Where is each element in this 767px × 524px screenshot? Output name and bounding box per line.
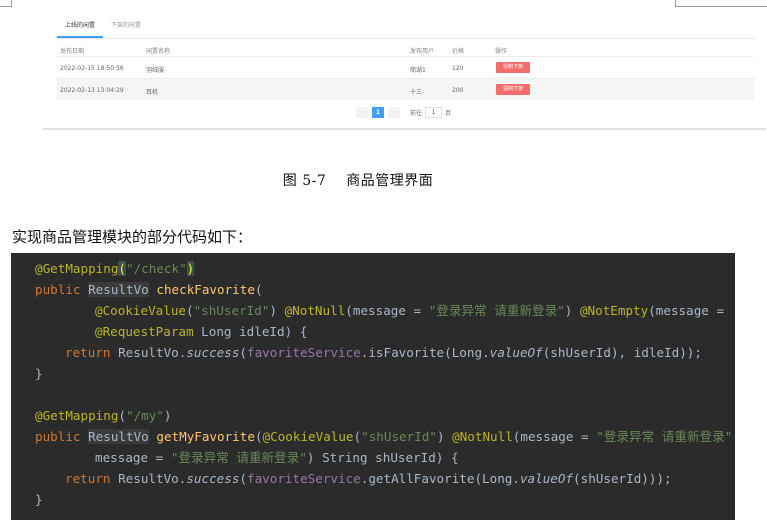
next-page-button[interactable]: › bbox=[388, 107, 400, 118]
col-name-header: 闲置名称 bbox=[146, 48, 171, 55]
table-row: 2022-02-15 18:50:56 羽绒服 简湖1 120 强制下架 bbox=[57, 56, 754, 78]
col-price-header: 价格 bbox=[452, 48, 465, 55]
code-line: message = "登录异常 请重新登录") String shUserId)… bbox=[95, 450, 459, 465]
col-op-header: 操作 bbox=[495, 48, 508, 55]
table-row: 2022-02-13 13:04:29 耳机 十三 200 强制下架 bbox=[57, 78, 754, 100]
table-header: 发布日期 闲置名称 发布用户 价格 操作 bbox=[57, 42, 754, 56]
code-line: return ResultVo.success(favoriteService.… bbox=[65, 345, 702, 360]
page-corner-mark-left bbox=[0, 0, 12, 7]
code-line: public ResultVo checkFavorite( bbox=[35, 282, 263, 297]
page-number-current[interactable]: 1 bbox=[372, 107, 384, 118]
page-unit-label: 页 bbox=[445, 110, 452, 117]
tabs-divider bbox=[57, 38, 754, 39]
prev-page-button[interactable]: ‹ bbox=[356, 107, 368, 118]
code-line: @RequestParam Long idleId) { bbox=[95, 324, 308, 339]
force-offline-button[interactable]: 强制下架 bbox=[496, 84, 530, 95]
tab-online-idle[interactable]: 上线的闲置 bbox=[57, 12, 104, 38]
row-name: 羽绒服 bbox=[146, 67, 165, 74]
goto-label: 前往 bbox=[410, 110, 423, 117]
intro-paragraph: 实现商品管理模块的部分代码如下： bbox=[12, 228, 253, 246]
row-date: 2022-02-15 18:50:56 bbox=[60, 65, 124, 72]
code-line: @GetMapping("/check") bbox=[35, 261, 195, 276]
code-line: @CookieValue("shUserId") @NotNull(messag… bbox=[95, 303, 725, 318]
row-price: 200 bbox=[452, 87, 464, 94]
tab-offline-idle[interactable]: 下架的闲置 bbox=[103, 12, 149, 38]
code-line: } bbox=[35, 366, 43, 381]
page-corner-mark-right bbox=[675, 0, 767, 7]
goods-management-screenshot: 上线的闲置 下架的闲置 发布日期 闲置名称 发布用户 价格 操作 2022-02… bbox=[43, 12, 766, 130]
force-offline-button[interactable]: 强制下架 bbox=[496, 62, 530, 73]
row-price: 120 bbox=[452, 65, 464, 72]
col-user-header: 发布用户 bbox=[410, 48, 435, 55]
figure-number: 图 5-7 bbox=[282, 173, 327, 189]
figure-caption: 图 5-7 商品管理界面 bbox=[0, 170, 716, 190]
row-date: 2022-02-13 13:04:29 bbox=[60, 87, 124, 94]
goods-table: 发布日期 闲置名称 发布用户 价格 操作 2022-02-15 18:50:56… bbox=[57, 42, 754, 100]
status-tabs: 上线的闲置 下架的闲置 bbox=[57, 12, 149, 38]
code-block: @GetMapping("/check") public ResultVo ch… bbox=[11, 253, 735, 520]
goto-page-input[interactable]: 1 bbox=[425, 107, 443, 118]
code-line: return ResultVo.success(favoriteService.… bbox=[65, 471, 672, 486]
pagination: ‹ 1 › 前往 1 页 bbox=[356, 107, 451, 118]
row-user: 十三 bbox=[410, 89, 423, 96]
code-line: public ResultVo getMyFavorite(@CookieVal… bbox=[35, 429, 733, 444]
figure-title: 商品管理界面 bbox=[346, 173, 434, 189]
code-line: @GetMapping("/my") bbox=[35, 408, 172, 423]
row-user: 简湖1 bbox=[410, 67, 426, 74]
col-date-header: 发布日期 bbox=[60, 48, 85, 55]
code-line: } bbox=[35, 492, 43, 507]
row-name: 耳机 bbox=[146, 89, 159, 96]
